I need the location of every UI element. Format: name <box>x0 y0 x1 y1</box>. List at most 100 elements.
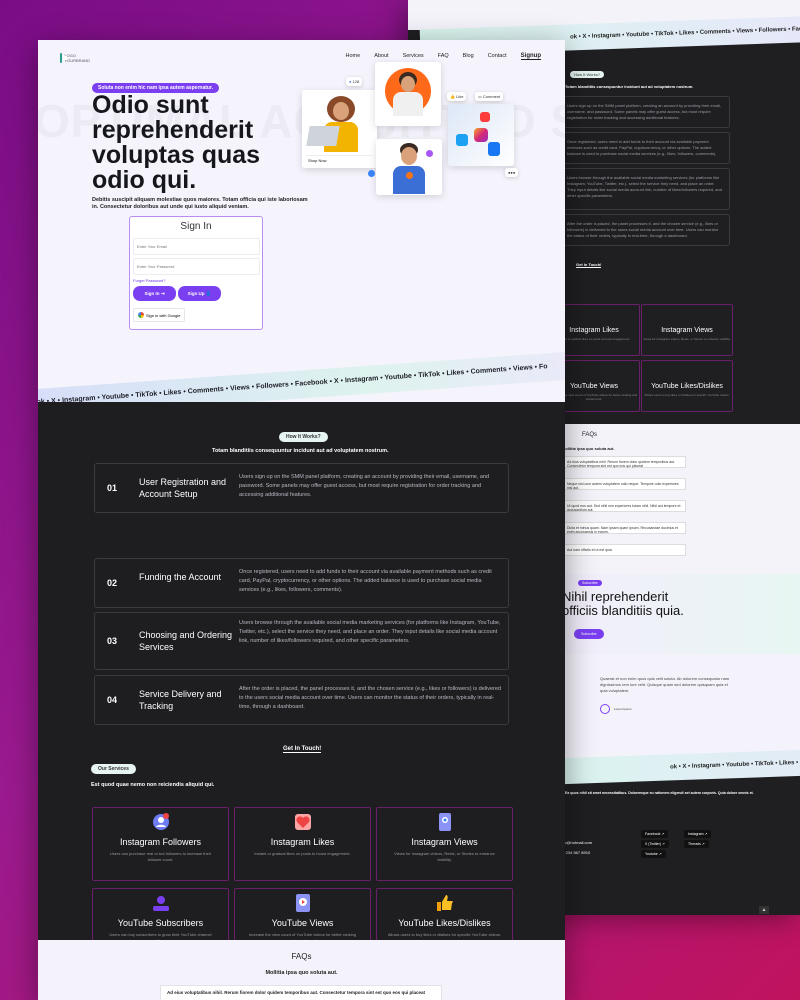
back-faq-question: Ut quod eos aut. Sed nihil non experiore… <box>567 504 681 512</box>
back-faq-question: Neque nisi cum autem voluptatem odio neq… <box>567 482 679 490</box>
get-in-touch-link[interactable]: Get In Touch! <box>283 746 322 753</box>
comment-icon: ▭ <box>478 94 482 99</box>
back-social-youtube[interactable]: Youtube ↗ <box>641 850 666 858</box>
services-subtitle: Est quod quae nemo non reiciendis aliqui… <box>91 782 215 788</box>
nav-faq[interactable]: FAQ <box>438 53 449 60</box>
back-faq-question: Dicta et minus quam. Nam ipsam quam ipsu… <box>567 526 679 534</box>
back-testimonial-text: Quaerat et non enim quos quis velit solu… <box>600 676 730 693</box>
nav-services[interactable]: Services <box>403 53 424 60</box>
service-title: YouTube Subscribers <box>117 918 204 928</box>
nav-blog[interactable]: Blog <box>463 53 474 60</box>
back-faq-item[interactable]: Aut nam officiis et ut est quia. <box>562 544 686 556</box>
nav-about[interactable]: About <box>374 53 388 60</box>
comment-chip[interactable]: ▭ Comment <box>475 92 504 101</box>
views-icon <box>435 812 455 832</box>
signup-button[interactable]: Sign Up 👤 <box>178 286 221 301</box>
faq-question: Ad eius voluptatibus nihil. Rerum fiorem… <box>167 990 426 995</box>
password-input[interactable] <box>133 258 260 275</box>
faq-section: FAQs Mollitia ipsa quo soluta aut. Ad ei… <box>38 940 565 1000</box>
nav-links: Home About Services FAQ Blog Contact Sig… <box>346 53 541 60</box>
back-social-instagram[interactable]: Instagram ↗ <box>684 830 712 838</box>
back-faq-item[interactable]: Ut quod eos aut. Sed nihil non experiore… <box>562 500 686 512</box>
step-card: 02 Funding the Account Once registered, … <box>94 558 509 608</box>
step-card: 01 User Registration and Account Setup U… <box>94 463 509 513</box>
service-description: Views for Instagram videos, Reels, or St… <box>394 851 495 862</box>
brand-logo[interactable]: LOGO YOURBRAND <box>60 51 90 65</box>
nav-home[interactable]: Home <box>346 53 361 60</box>
person-shirt <box>393 166 425 194</box>
faq-item[interactable]: Ad eius voluptatibus nihil. Rerum fiorem… <box>160 985 442 1000</box>
google-signin-label: Sign in with Google <box>146 312 181 318</box>
back-touch-link[interactable]: Get In Touch! <box>576 262 602 268</box>
back-subscribe-button[interactable]: Subscribe <box>574 629 604 639</box>
back-how-subtitle: Totam blanditiis consequuntur incidunt a… <box>565 84 694 89</box>
step-number: 01 <box>107 483 118 493</box>
signin-button[interactable]: Sign In ⇥ <box>133 286 176 301</box>
service-description: Instant or gradual likes on posts to boo… <box>254 851 351 856</box>
heart-icon <box>293 812 313 832</box>
person-face <box>401 76 415 92</box>
nav-signup[interactable]: Signup <box>520 53 541 60</box>
back-social-threads[interactable]: Threads ↗ <box>684 840 709 848</box>
signin-form: Sign In Forget Password? Sign In ⇥ Sign … <box>129 216 263 330</box>
back-faq-title: FAQs <box>582 432 598 438</box>
step-description: After the order is placed, the panel pro… <box>239 686 501 710</box>
scroll-top-button[interactable]: ▲ <box>759 906 769 914</box>
hero-section: OPTIMAL ACQUITTED SHOCH GENEOU TRAJECTOR… <box>38 40 565 402</box>
how-it-works-badge: How It Works? <box>279 432 328 442</box>
back-service-card[interactable]: YouTube Likes/Dislikes Allows users to b… <box>641 360 733 412</box>
landing-page: OPTIMAL ACQUITTED SHOCH GENEOU TRAJECTOR… <box>38 40 565 1000</box>
subscribe-icon <box>151 893 171 913</box>
back-faq-item[interactable]: Neque nisi cum autem voluptatem odio neq… <box>562 478 686 490</box>
back-footer-text: Ea quos nihil sit amet necessitatibus. D… <box>565 791 754 795</box>
messenger-icon <box>426 150 433 157</box>
followers-icon <box>151 812 171 832</box>
back-testimonial-section: Quaerat et non enim quos quis velit solu… <box>560 654 800 764</box>
instagram-dot-icon: ● <box>349 79 352 84</box>
forgot-password-link[interactable]: Forget Password? <box>133 278 259 283</box>
back-step-card: After the order is placed, the panel pro… <box>560 214 730 246</box>
service-instagram-views[interactable]: Instagram Views Views for Instagram vide… <box>376 807 513 881</box>
step-card: 03 Choosing and Ordering Services Users … <box>94 612 509 670</box>
back-faq-item[interactable]: Ad eius voluptatibus nihil. Rerum fiorem… <box>562 456 686 468</box>
back-social-facebook[interactable]: Facebook ↗ <box>641 830 669 838</box>
step-title: User Registration and Account Setup <box>139 477 227 499</box>
back-faq-question: Ad eius voluptatibus nihil. Rerum fiorem… <box>567 460 675 468</box>
back-step-text: Users sign up on the SMM panel platform,… <box>567 103 722 120</box>
step-title: Choosing and Ordering Services <box>139 630 233 652</box>
how-subtitle: Totam blanditiis consequuntur incidunt a… <box>212 448 389 454</box>
shop-bar[interactable]: Shop Now <box>306 155 372 164</box>
notification-dot-icon <box>406 172 413 179</box>
back-service-title: Instagram Likes <box>569 327 619 334</box>
back-social-x[interactable]: X (Twitter) ↗ <box>641 840 669 848</box>
thumbs-up-icon: 👍 <box>450 94 455 99</box>
service-instagram-followers[interactable]: Instagram Followers Users can purchase r… <box>92 807 229 881</box>
service-instagram-likes[interactable]: Instagram Likes Instant or gradual likes… <box>234 807 371 881</box>
person-shirt <box>393 92 423 116</box>
back-subscribe-title: Nihil reprehenderit officiis blanditiis … <box>562 589 684 618</box>
google-signin-button[interactable]: Sign in with Google <box>133 308 186 322</box>
back-step-card: Once registered, users need to add funds… <box>560 132 730 164</box>
our-services-badge: Our Services <box>91 764 136 774</box>
logo-text: LOGO YOURBRAND <box>64 53 91 63</box>
step-description: Users browse through the available socia… <box>239 620 501 644</box>
back-service-title: YouTube Likes/Dislikes <box>651 383 723 390</box>
add-user-icon: 👤 <box>205 290 212 296</box>
back-step-text: Users browse through the available socia… <box>567 175 722 198</box>
service-title: Instagram Views <box>411 837 478 847</box>
instagram-icon <box>474 128 488 142</box>
service-title: YouTube Likes/Dislikes <box>398 918 491 928</box>
profile-dot-icon <box>368 170 375 177</box>
back-service-card[interactable]: Instagram Views Views for Instagram vide… <box>641 304 733 356</box>
back-ticker-text: ok • X • Instagram • Youtube • TikTok • … <box>569 19 800 41</box>
nav-contact[interactable]: Contact <box>488 53 507 60</box>
logo-icon <box>60 53 69 63</box>
photo-man-glasses <box>376 139 442 195</box>
back-faq-item[interactable]: Dicta et minus quam. Nam ipsam quam ipsu… <box>562 522 686 534</box>
back-testimonial-name: Lorem Ipsum <box>614 707 632 711</box>
photo-woman-laptop: Shop Now <box>302 90 377 168</box>
hero-title: Odio sunt reprehenderit voluptas quas od… <box>92 91 261 194</box>
like-chip[interactable]: 👍 Like <box>447 92 467 101</box>
options-chip[interactable]: ●●● <box>505 168 519 177</box>
email-input[interactable] <box>133 238 260 255</box>
